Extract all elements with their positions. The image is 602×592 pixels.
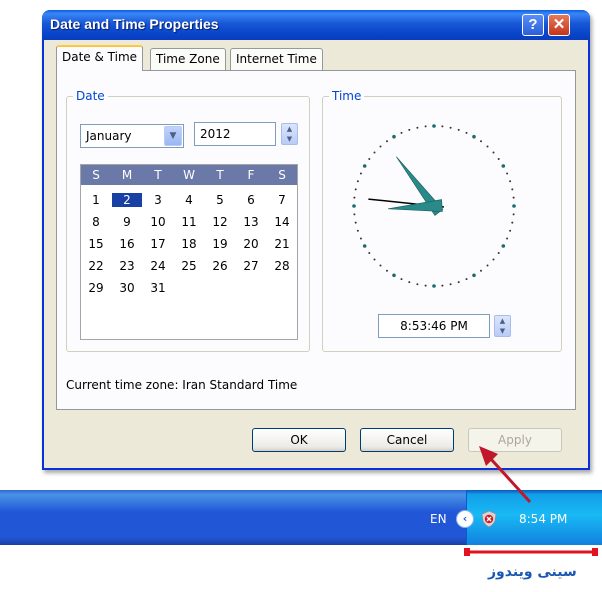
tray-caption: سینی ویندوز bbox=[488, 564, 577, 580]
tab-date-time[interactable]: Date & Time bbox=[56, 45, 144, 71]
annotation-layer bbox=[464, 446, 598, 556]
annotation-bracket-end bbox=[464, 548, 470, 556]
annotation-bracket-end bbox=[592, 548, 598, 556]
annotation-arrow bbox=[488, 456, 532, 504]
